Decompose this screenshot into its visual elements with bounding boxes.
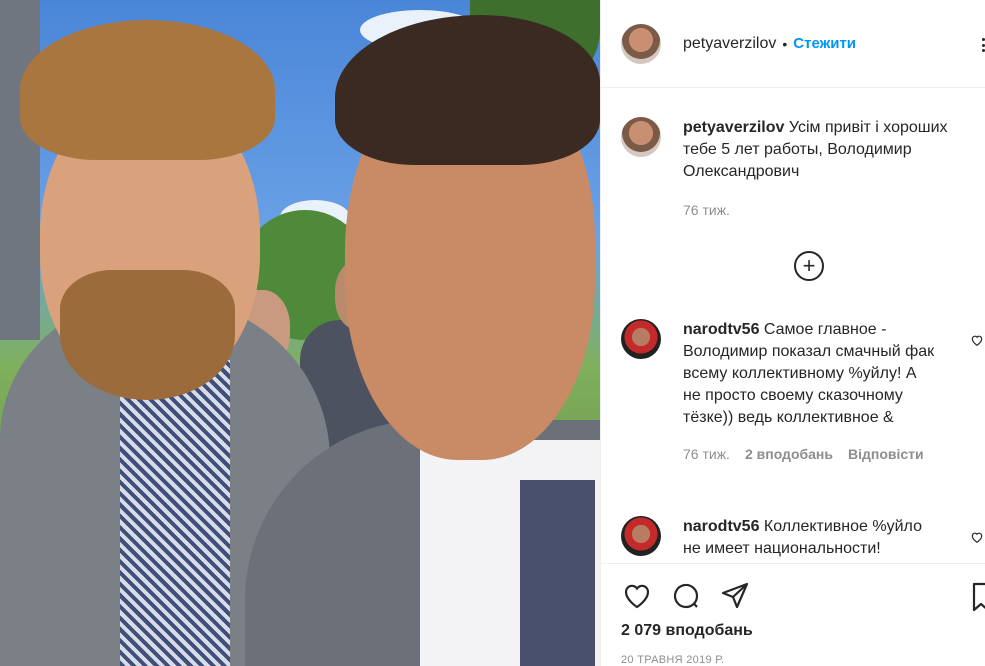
person-right-tie: [520, 480, 595, 666]
comment-heart-icon[interactable]: [970, 530, 984, 544]
person-left-shirt: [120, 360, 230, 666]
comments-list[interactable]: petyaverzilov Усім привіт і хороших тебе…: [601, 89, 985, 563]
reply-button[interactable]: Відповісти: [848, 443, 924, 465]
comment-heart-icon[interactable]: [970, 333, 984, 347]
person-left-beard: [60, 270, 235, 400]
building: [0, 0, 40, 340]
plus-circle-icon[interactable]: +: [794, 251, 824, 281]
post-header: petyaverzilov • Стежити: [601, 0, 985, 88]
likes-count[interactable]: 2 079 вподобань: [621, 622, 753, 640]
comment-likes[interactable]: 2 вподобань: [745, 443, 833, 465]
commenter-avatar[interactable]: [621, 319, 661, 359]
post-date[interactable]: 20 ТРАВНЯ 2019 Р.: [621, 654, 724, 666]
share-icon[interactable]: [719, 580, 751, 612]
post-photo[interactable]: [0, 0, 600, 666]
author-avatar[interactable]: [621, 23, 661, 64]
caption-age[interactable]: 76 тиж.: [683, 199, 983, 221]
post-side-panel: petyaverzilov • Стежити petyaverzilov Ус…: [600, 0, 985, 666]
post-caption: petyaverzilov Усім привіт і хороших тебе…: [621, 117, 985, 221]
follow-button[interactable]: Стежити: [793, 35, 856, 52]
comment-icon[interactable]: [670, 580, 702, 612]
caption-avatar[interactable]: [621, 117, 661, 157]
caption-username[interactable]: petyaverzilov: [683, 119, 784, 136]
comment-age[interactable]: 76 тиж.: [683, 443, 730, 465]
comment-item: narodtv56 Коллективное %уйло не имеет на…: [621, 516, 985, 560]
comment-username[interactable]: narodtv56: [683, 321, 759, 338]
more-options-icon[interactable]: [980, 38, 985, 52]
commenter-avatar[interactable]: [621, 516, 661, 556]
post-actions: 2 079 вподобань 20 ТРАВНЯ 2019 Р.: [601, 563, 985, 666]
heart-icon[interactable]: [621, 580, 653, 612]
bookmark-icon[interactable]: [972, 580, 985, 612]
comment-username[interactable]: narodtv56: [683, 518, 759, 535]
separator-dot: •: [782, 35, 788, 52]
comment-item: narodtv56 Самое главное - Володимир пока…: [621, 319, 985, 465]
author-username[interactable]: petyaverzilov: [683, 35, 776, 53]
person-left-hair: [20, 20, 275, 160]
